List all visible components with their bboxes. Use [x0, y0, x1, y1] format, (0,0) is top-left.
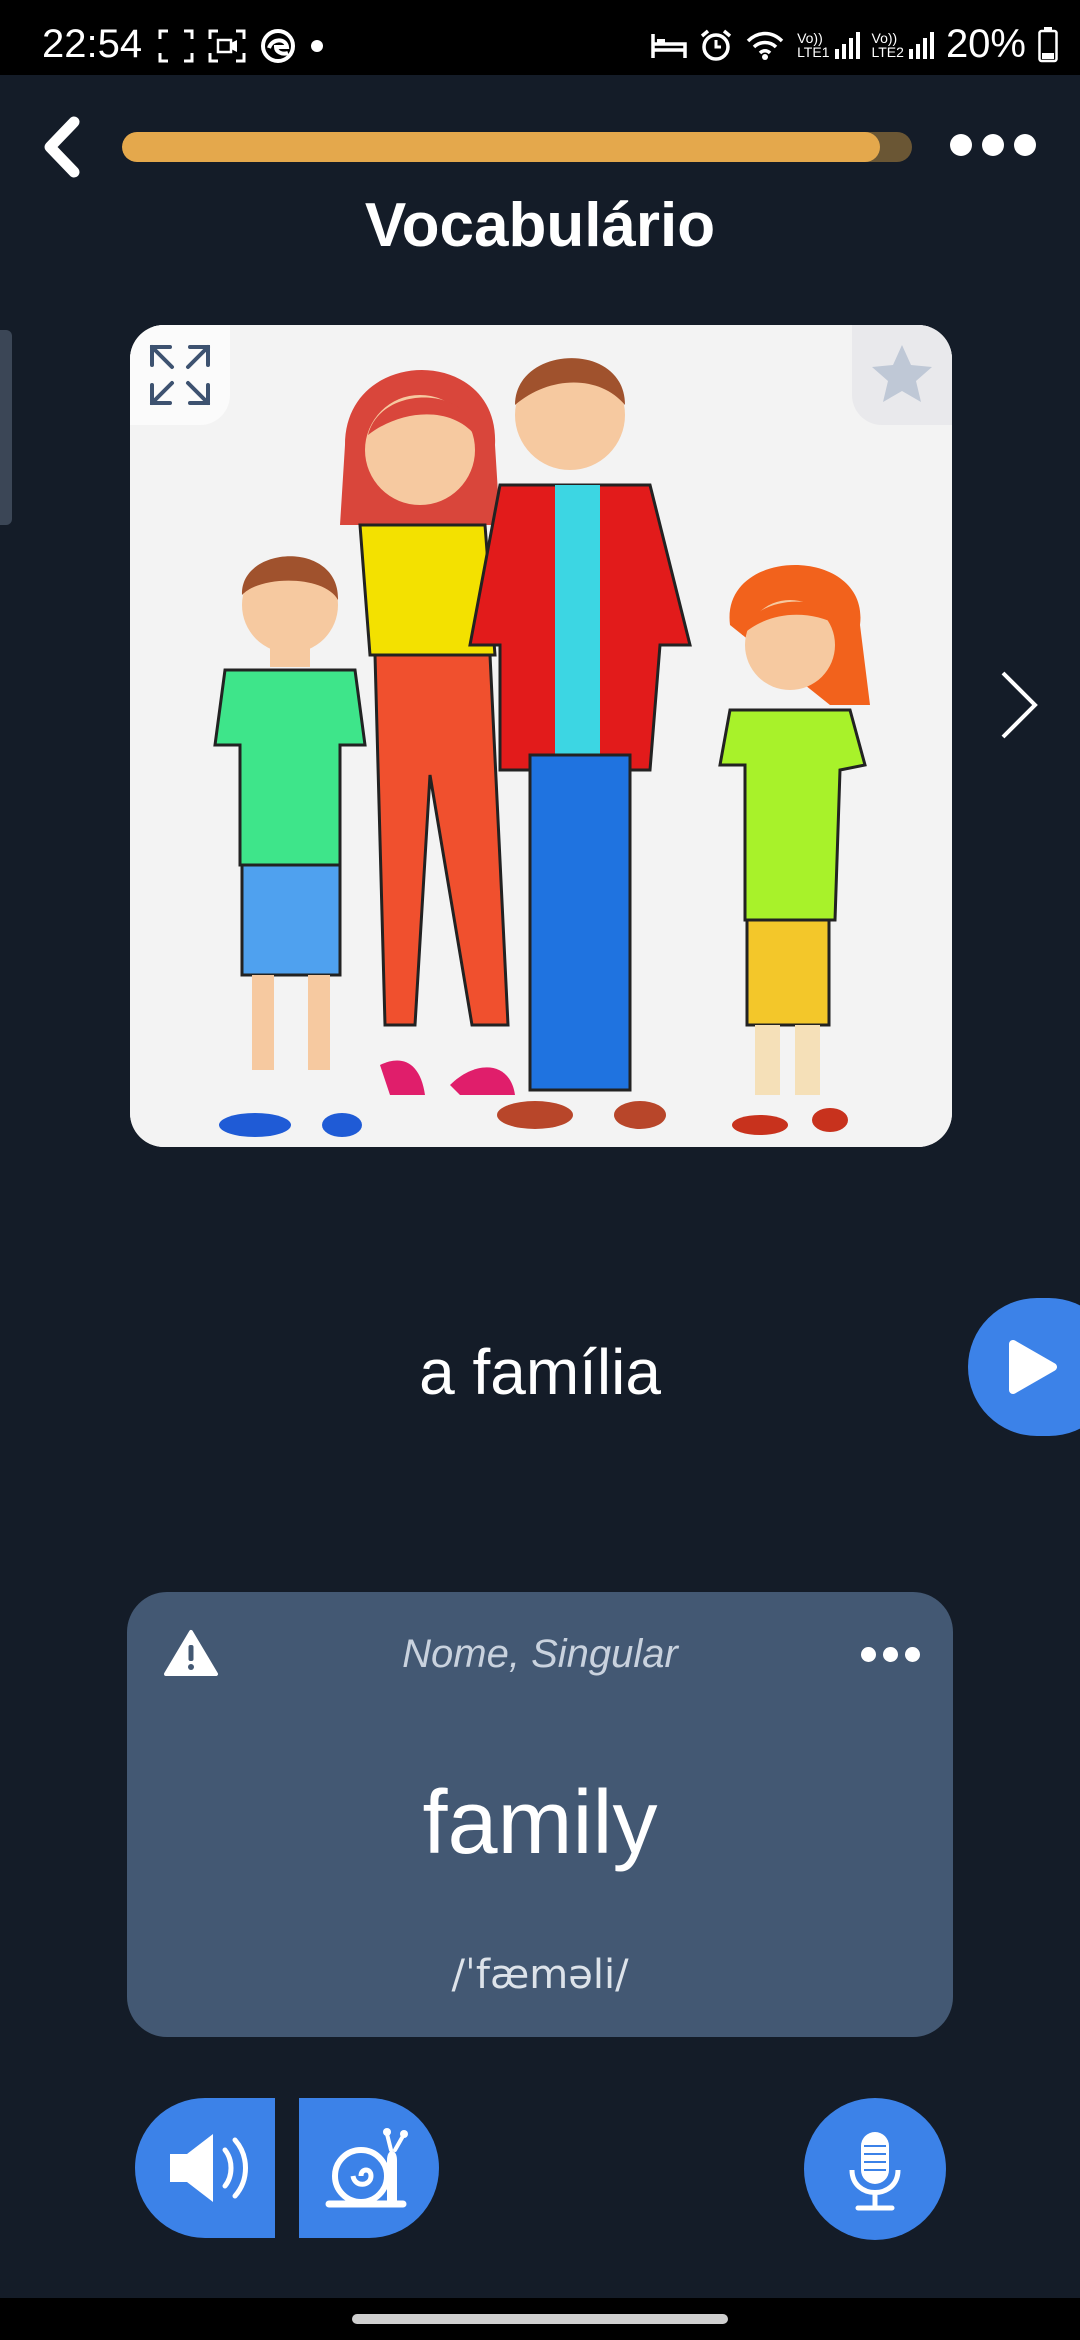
favorite-button[interactable]: [852, 325, 952, 425]
translation-word: family: [422, 1773, 658, 1873]
play-icon: [1009, 1340, 1057, 1394]
status-right-icons: Vo)) LTE1 Vo)) LTE2 20%: [651, 22, 1058, 67]
microphone-icon: [849, 2132, 901, 2211]
sim1-label: LTE1: [797, 43, 830, 60]
status-left-icons: [158, 28, 324, 64]
back-button[interactable]: [34, 112, 94, 182]
more-options-button[interactable]: [950, 125, 1040, 165]
edge-browser-icon: [261, 29, 295, 63]
star-icon: [872, 345, 932, 402]
expand-icon: [150, 345, 210, 405]
sleep-mode-icon: [651, 33, 687, 58]
signal-bars-icon: [908, 31, 934, 59]
screenshot-icon: [158, 29, 194, 63]
battery-icon: [1038, 26, 1058, 62]
home-indicator[interactable]: [352, 2314, 728, 2324]
edge-panel-handle[interactable]: [0, 330, 12, 525]
play-button[interactable]: [968, 1298, 1080, 1436]
family-illustration: [130, 325, 952, 1147]
speaker-icon: [170, 2134, 248, 2202]
part-of-speech-label: Nome, Singular: [402, 1632, 678, 1676]
page-title: Vocabulário: [364, 191, 716, 260]
more-horizontal-icon: [861, 1646, 920, 1662]
microphone-button[interactable]: [804, 2098, 946, 2240]
alarm-icon: [700, 29, 732, 61]
status-bar: 22:54 Vo)) LTE1 Vo)) LTE2 20%: [0, 0, 1080, 75]
screen-record-icon: [208, 29, 246, 63]
status-time: 22:54: [42, 22, 143, 66]
battery-percent: 20%: [945, 22, 1026, 66]
expand-image-button[interactable]: [130, 325, 230, 425]
next-card-button[interactable]: [995, 665, 1045, 745]
audio-button[interactable]: [135, 2098, 275, 2238]
phonetic-transcription: /ˈfæməli/: [451, 1952, 629, 1998]
signal-bars-icon: [834, 31, 860, 59]
volte-label-2: Vo)): [871, 29, 898, 46]
sim2-signal: Vo)) LTE2: [872, 31, 934, 59]
volte-label: Vo)): [797, 29, 823, 46]
translation-card: Nome, Singular family /ˈfæməli/: [127, 1592, 953, 2037]
slow-audio-button[interactable]: [299, 2098, 439, 2238]
lesson-progress-bar: [122, 132, 912, 162]
notification-dot-icon: [311, 40, 323, 52]
more-horizontal-icon: [950, 134, 1036, 156]
chevron-left-icon: [44, 116, 80, 178]
card-options-button[interactable]: [861, 1644, 921, 1664]
lesson-progress-fill: [122, 132, 881, 162]
sim2-label: LTE2: [871, 43, 904, 60]
sim1-signal: Vo)) LTE1: [797, 29, 860, 60]
snail-icon: [325, 2128, 408, 2208]
vocabulary-word: a família: [419, 1336, 661, 1408]
wifi-icon: [746, 31, 784, 60]
chevron-right-icon: [1001, 671, 1038, 739]
vocabulary-image-card: [130, 325, 952, 1147]
